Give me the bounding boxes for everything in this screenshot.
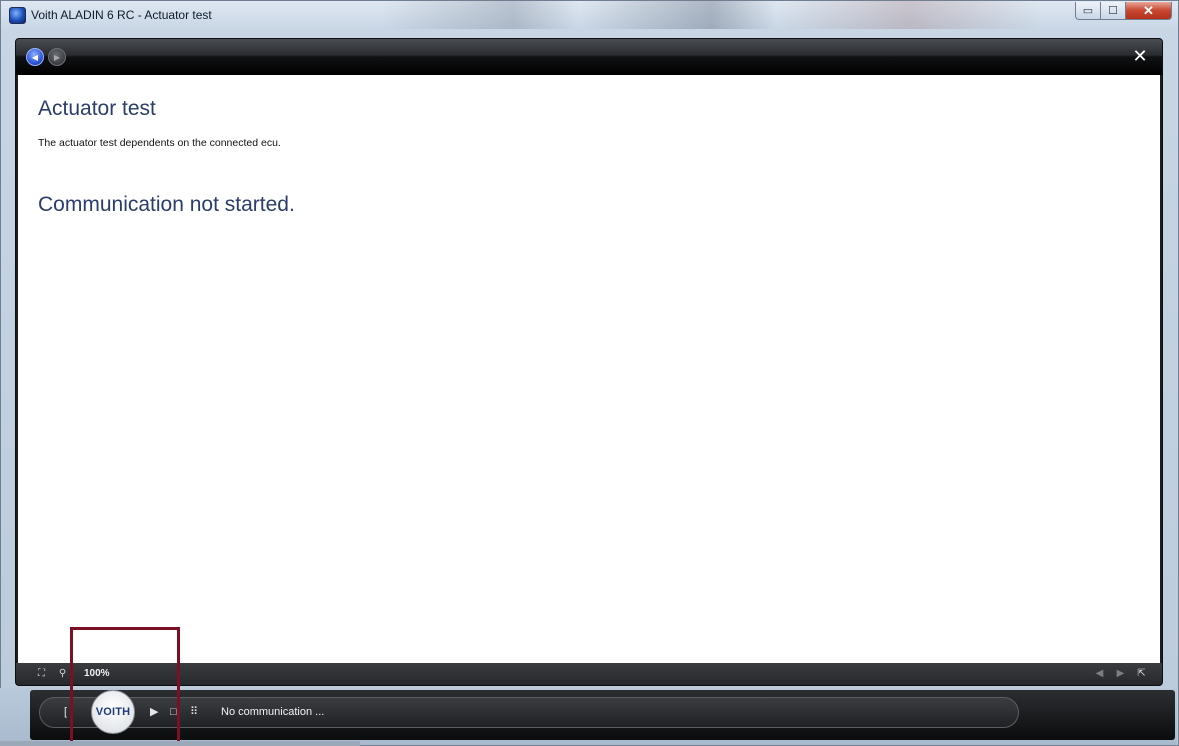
page-description: The actuator test dependents on the conn… (38, 137, 281, 149)
dock-toolbar (39, 697, 1019, 728)
forward-arrow-icon[interactable]: ▶ (48, 48, 66, 66)
status-strip: ⛶ ⚲ 100% ◀ ▶ ⇱ (16, 663, 1162, 685)
communication-status: No communication ... (221, 706, 325, 718)
content-area: Actuator test The actuator test dependen… (18, 75, 1160, 663)
highlight-annotation (70, 627, 180, 745)
close-window-button[interactable]: ✕ (1126, 2, 1172, 20)
minimize-button[interactable]: ▭ (1075, 2, 1101, 20)
navigation-bar: ◀ ▶ ✕ (16, 39, 1162, 75)
window-title: Voith ALADIN 6 RC - Actuator test (31, 8, 212, 22)
close-panel-icon[interactable]: ✕ (1132, 47, 1148, 65)
taskbar-edge (0, 741, 360, 746)
window-controls: ▭ ☐ ✕ (1075, 2, 1172, 22)
search-icon[interactable]: ⚲ (57, 668, 68, 679)
app-panel: ◀ ▶ ✕ Actuator test The actuator test de… (15, 38, 1163, 686)
app-logo-icon (9, 7, 26, 24)
communication-status-message: Communication not started. (38, 193, 295, 216)
page-title: Actuator test (38, 97, 156, 120)
grid-icon[interactable]: ⠿ (190, 706, 198, 718)
fit-screen-icon[interactable]: ⛶ (36, 668, 47, 679)
maximize-button[interactable]: ☐ (1101, 2, 1126, 20)
prev-page-icon[interactable]: ◀ (1094, 668, 1105, 679)
title-bar[interactable]: Voith ALADIN 6 RC - Actuator test ▭ ☐ ✕ (1, 1, 1178, 29)
title-bar-background (381, 1, 1041, 29)
back-arrow-icon[interactable]: ◀ (26, 48, 44, 66)
popout-icon[interactable]: ⇱ (1136, 668, 1147, 679)
next-page-icon[interactable]: ▶ (1115, 668, 1126, 679)
